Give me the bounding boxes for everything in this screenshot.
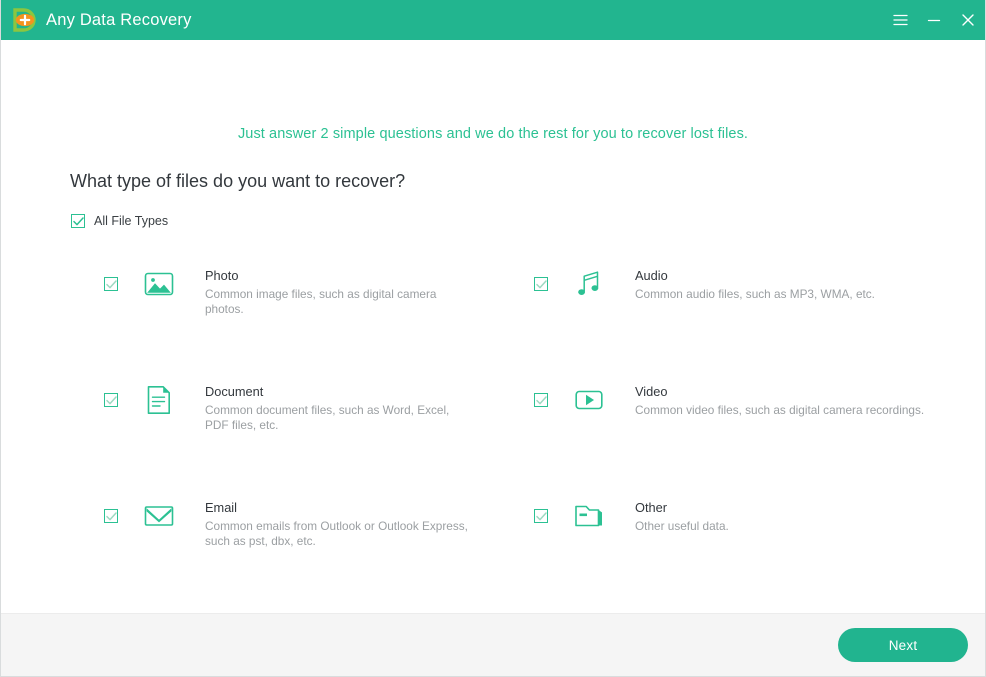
- document-description: Common document files, such as Word, Exc…: [205, 403, 450, 432]
- video-icon: [573, 384, 605, 416]
- photo-checkbox[interactable]: [104, 277, 118, 291]
- other-text: Other Other useful data.: [635, 500, 729, 534]
- video-title: Video: [635, 384, 668, 399]
- video-text: Video Common video files, such as digita…: [635, 384, 924, 418]
- footer-bar: Next: [1, 613, 985, 676]
- file-type-grid: Photo Common image files, such as digita…: [1, 268, 985, 613]
- tagline: Just answer 2 simple questions and we do…: [237, 126, 749, 142]
- all-file-types-label: All File Types: [94, 214, 169, 228]
- video-description: Common video files, such as digital came…: [635, 403, 925, 417]
- other-checkbox[interactable]: [534, 509, 548, 523]
- audio-text: Audio Common audio files, such as MP3, W…: [635, 268, 875, 302]
- document-icon: [143, 384, 175, 416]
- folder-icon: [573, 500, 605, 532]
- photo-description: Common image files, such as digital came…: [205, 287, 437, 316]
- email-title: Email: [205, 500, 237, 515]
- file-type-item-email[interactable]: Email Common emails from Outlook or Outl…: [104, 500, 534, 613]
- file-type-item-photo[interactable]: Photo Common image files, such as digita…: [104, 268, 534, 384]
- file-type-item-audio[interactable]: Audio Common audio files, such as MP3, W…: [534, 268, 964, 384]
- audio-description: Common audio files, such as MP3, WMA, et…: [635, 287, 875, 301]
- document-title: Document: [205, 384, 264, 399]
- document-text: Document Common document files, such as …: [205, 384, 475, 433]
- main-content: Just answer 2 simple questions and we do…: [1, 40, 985, 613]
- data-recovery-logo-icon: [11, 7, 37, 33]
- all-file-types-checkbox[interactable]: [71, 214, 85, 228]
- file-type-item-other[interactable]: Other Other useful data.: [534, 500, 964, 613]
- minimize-icon[interactable]: [917, 0, 951, 40]
- email-text: Email Common emails from Outlook or Outl…: [205, 500, 475, 549]
- app-window: Any Data Recovery Just answer 2 simple q: [0, 0, 986, 677]
- audio-title: Audio: [635, 268, 668, 283]
- photo-title: Photo: [205, 268, 239, 283]
- file-type-item-video[interactable]: Video Common video files, such as digita…: [534, 384, 964, 500]
- document-checkbox[interactable]: [104, 393, 118, 407]
- all-file-types-row[interactable]: All File Types: [71, 214, 985, 228]
- file-type-item-document[interactable]: Document Common document files, such as …: [104, 384, 534, 500]
- photo-text: Photo Common image files, such as digita…: [205, 268, 475, 317]
- title-bar: Any Data Recovery: [1, 0, 985, 40]
- page-title: What type of files do you want to recove…: [70, 171, 406, 191]
- hamburger-menu-icon[interactable]: [883, 0, 917, 40]
- photo-icon: [143, 268, 175, 300]
- close-icon[interactable]: [951, 0, 985, 40]
- email-description: Common emails from Outlook or Outlook Ex…: [205, 519, 468, 548]
- brand: Any Data Recovery: [11, 7, 192, 33]
- next-button[interactable]: Next: [838, 628, 968, 662]
- email-checkbox[interactable]: [104, 509, 118, 523]
- app-title: Any Data Recovery: [46, 10, 192, 29]
- audio-icon: [573, 268, 605, 300]
- window-controls: [883, 0, 985, 40]
- video-checkbox[interactable]: [534, 393, 548, 407]
- other-title: Other: [635, 500, 668, 515]
- other-description: Other useful data.: [635, 519, 729, 533]
- audio-checkbox[interactable]: [534, 277, 548, 291]
- email-icon: [143, 500, 175, 532]
